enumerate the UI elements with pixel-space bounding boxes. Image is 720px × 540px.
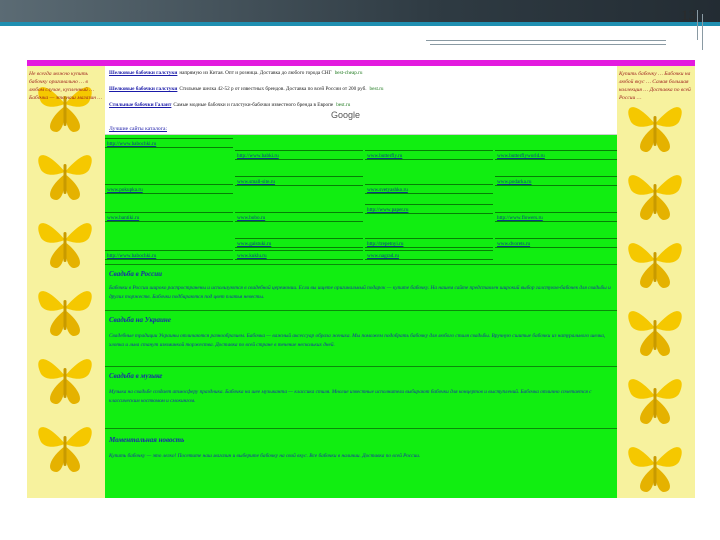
decor-line [430, 44, 666, 45]
grid-link[interactable]: www.bantiki.ru [105, 212, 233, 222]
ad-title[interactable]: Стильные бабочки Галант [109, 102, 171, 108]
grid-link[interactable]: www.butterfly.ru [365, 150, 493, 160]
grid-link[interactable]: www.pokupka.ru [105, 184, 233, 194]
slide-header-bar [0, 0, 720, 22]
ad-url[interactable]: best-cheap.ru [335, 70, 363, 76]
ad-desc: Стильные шелка 42-52 р от известных брен… [179, 86, 367, 92]
butterfly-pattern-left [38, 87, 92, 472]
ad-item[interactable]: Стильные бабочки Галант Самые модные бабо… [109, 102, 350, 109]
grid-link[interactable]: http://trepetnyi.ru [365, 238, 493, 248]
ad-title[interactable]: Шелковые бабочки галстуки [109, 86, 177, 92]
divider [105, 366, 625, 367]
grid-link[interactable]: www.butterflyworld.ru [495, 150, 623, 160]
decor-line [697, 10, 698, 40]
section-heading: Свадьба на Украине [109, 316, 171, 324]
divider [105, 428, 625, 429]
grid-link[interactable]: www.bobo.ru [235, 212, 363, 222]
section-text: Бабочки в России широко распространены и… [109, 285, 611, 300]
grid-link[interactable]: www.podarka.ru [495, 176, 623, 186]
slide-header-accent [0, 22, 720, 26]
section-text: Свадебные традиции Украины отличаются ра… [109, 333, 606, 348]
website-screenshot: Не всегда можно купить бабочку оригиналь… [27, 60, 695, 498]
divider [105, 310, 625, 311]
ad-item[interactable]: Шелковые бабочки галстуки Стильные шелка … [109, 86, 384, 93]
grid-link[interactable]: http://www.flowers.ru [495, 212, 623, 222]
decor-line [702, 14, 703, 50]
grid-link[interactable]: www.galstuki.ru [235, 238, 363, 248]
ad-desc: напрямую из Китая. Опт и розница. Достав… [179, 70, 332, 76]
google-logo[interactable]: Google [331, 110, 360, 120]
section-text: Музыка на свадьбе создает атмосферу праз… [109, 389, 592, 404]
grid-link[interactable]: http://www.babochki.ru [105, 138, 233, 148]
grid-link[interactable]: http://www.paper.ru [365, 204, 493, 214]
section-heading: Свадьба в музыке [109, 372, 163, 380]
grid-link[interactable]: www.dvorets.ru [495, 238, 623, 248]
right-butterfly-panel: Купить бабочку … Бабочки на любой вкус …… [617, 66, 695, 498]
ad-title[interactable]: Шелковые бабочки галстуки [109, 70, 177, 76]
ad-url[interactable]: best.ru [336, 102, 350, 108]
divider [105, 264, 625, 265]
ad-block: Шелковые бабочки галстуки напрямую из Кит… [105, 66, 625, 135]
left-sidebar-text: Не всегда можно купить бабочку оригиналь… [29, 71, 103, 101]
ad-url[interactable]: best.ru [370, 86, 384, 92]
main-content: Шелковые бабочки галстуки напрямую из Кит… [105, 66, 625, 498]
grid-link[interactable]: www.kuklu.ru [235, 250, 363, 260]
butterfly-pattern-right [628, 107, 682, 492]
best-sites-link[interactable]: Лучшие сайты каталога: [109, 126, 167, 132]
left-butterfly-panel: Не всегда можно купить бабочку оригиналь… [27, 66, 105, 498]
grid-link[interactable]: http://www.babki.ru [235, 150, 363, 160]
slide-number: 13 [681, 8, 696, 24]
ad-item[interactable]: Шелковые бабочки галстуки напрямую из Кит… [109, 70, 362, 77]
decor-line [426, 40, 666, 41]
right-sidebar-text: Купить бабочку … Бабочки на любой вкус …… [619, 71, 691, 101]
ad-desc: Самые модные бабочки и галстуки-бабочки … [173, 102, 334, 108]
section-heading: Моментальная новость [109, 436, 185, 444]
grid-link[interactable]: www.svetyashko.ru [365, 184, 493, 194]
section-text: Купить бабочку — это легко! Посетите наш… [109, 453, 421, 459]
grid-link[interactable]: http://www.babochki.ru [105, 250, 233, 260]
section-heading: Свадьба в России [109, 270, 163, 278]
grid-link[interactable]: www.small-site.ru [235, 176, 363, 186]
grid-link[interactable]: www.nagrad.ru [365, 250, 493, 260]
